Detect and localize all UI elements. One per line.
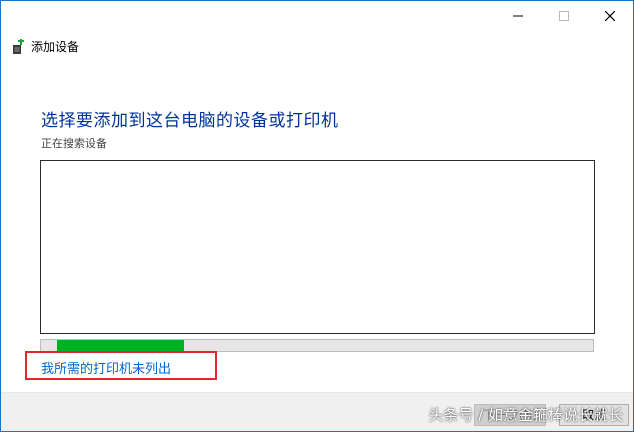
search-status: 正在搜索设备 [41,137,107,150]
minimize-icon [513,15,523,17]
window-header: 添加设备 [11,38,79,55]
page-heading: 选择要添加到这台电脑的设备或打印机 [41,111,339,131]
maximize-icon [559,11,569,21]
window-controls [495,1,633,31]
window-title: 添加设备 [31,40,80,54]
printer-add-icon [13,38,24,54]
next-button[interactable]: 下一步(N) [474,404,546,426]
maximize-button[interactable] [541,1,587,31]
minimize-button[interactable] [495,1,541,31]
progress-fill [57,340,184,351]
dialog-footer: 下一步(N) 取消 头条号 / 如意金箍棒说长就长 [1,392,633,431]
cancel-button[interactable]: 取消 [559,404,629,426]
printer-not-listed-link[interactable]: 我所需的打印机未列出 [41,358,171,377]
close-button[interactable] [587,1,633,31]
device-list[interactable] [40,160,595,334]
close-icon [605,11,615,21]
add-device-window: 添加设备 选择要添加到这台电脑的设备或打印机 正在搜索设备 我所需的打印机未列出… [0,0,634,432]
